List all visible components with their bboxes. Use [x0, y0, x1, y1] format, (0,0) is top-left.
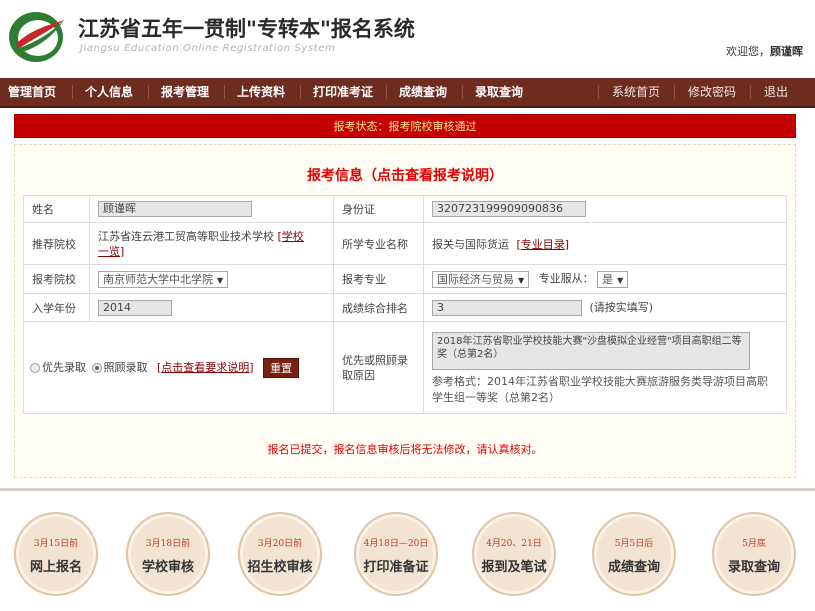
major-label: 所学专业名称: [333, 222, 424, 265]
apply-status-bar: 报考状态：报考院校审核通过: [14, 114, 796, 138]
step-label: 网上报名: [29, 560, 82, 575]
step-date: 4月18日—20日: [363, 539, 429, 549]
nav-divider: [598, 85, 599, 99]
apply-school-label: 报考院校: [23, 264, 90, 294]
name-label: 姓名: [23, 195, 90, 223]
id-label: 身份证: [333, 195, 424, 223]
section-divider: [0, 488, 815, 491]
view-requirements-link[interactable]: 点击查看要求说明: [161, 361, 249, 374]
nav-item-upload[interactable]: 上传资料: [237, 78, 285, 106]
step-date: 5月底: [742, 539, 766, 549]
care-radio[interactable]: [91, 362, 102, 373]
obey-select[interactable]: 是 ▼: [597, 270, 629, 288]
year-label: 入学年份: [23, 293, 90, 322]
timeline-step-exam[interactable]: 4月20、21日 报到及笔试: [472, 512, 556, 596]
care-option-label: 照顾录取: [103, 360, 148, 374]
nav-divider: [300, 85, 301, 99]
rank-label: 成绩综合排名: [333, 293, 424, 322]
welcome-text: 欢迎您，顾谨晖: [726, 43, 803, 59]
obey-value: 是: [602, 272, 614, 286]
nav-item-admin-home[interactable]: 管理首页: [8, 78, 56, 106]
apply-major-label: 报考专业: [333, 264, 424, 294]
chevron-down-icon: ▼: [518, 275, 525, 285]
step-date: 3月18日前: [145, 539, 191, 549]
nav-item-score-query[interactable]: 成绩查询: [399, 78, 447, 106]
reason-label: 优先或照顾录取原因: [333, 321, 424, 414]
nav-item-admission-query[interactable]: 录取查询: [475, 78, 523, 106]
nav-divider: [750, 85, 751, 99]
timeline-step-print-ticket[interactable]: 4月18日—20日 打印准备证: [354, 512, 438, 596]
step-label: 录取查询: [727, 560, 780, 575]
timeline-step-admission-query[interactable]: 5月底 录取查询: [712, 512, 796, 596]
header: 江苏省五年一贯制"专转本"报名系统 Jiangsu Education Onli…: [0, 0, 815, 74]
nav-item-logout[interactable]: 退出: [764, 78, 788, 106]
rank-hint: (请按实填写): [589, 301, 654, 314]
step-label: 成绩查询: [607, 560, 660, 575]
rec-school-label: 推荐院校: [23, 222, 90, 265]
chevron-down-icon: ▼: [217, 275, 224, 285]
name-field[interactable]: 顾谨晖: [98, 201, 252, 217]
step-date: 5月5日后: [614, 539, 654, 549]
step-label: 学校审核: [141, 560, 194, 575]
timeline-step-score-query[interactable]: 5月5日后 成绩查询: [592, 512, 676, 596]
nav-divider: [72, 85, 73, 99]
apply-school-value: 南京师范大学中北学院: [103, 272, 213, 286]
nav-divider: [674, 85, 675, 99]
nav-item-apply-manage[interactable]: 报考管理: [161, 78, 209, 106]
apply-major-select[interactable]: 国际经济与贸易 ▼: [432, 270, 530, 288]
nav-divider: [462, 85, 463, 99]
priority-radio[interactable]: [30, 362, 40, 373]
timeline-step-admission-review[interactable]: 3月20日前 招生校审核: [238, 512, 322, 596]
nav-item-print-ticket[interactable]: 打印准考证: [313, 78, 373, 106]
step-label: 报到及笔试: [481, 560, 547, 575]
reset-button[interactable]: 重置: [263, 357, 300, 378]
step-date: 4月20、21日: [486, 539, 542, 549]
school-list-link-a[interactable]: 学校: [282, 230, 304, 243]
step-date: 3月20日前: [257, 539, 303, 549]
priority-option-label: 优先录取: [42, 360, 86, 374]
timeline-step-online-apply[interactable]: 3月15日前 网上报名: [14, 512, 98, 596]
nav-divider: [148, 85, 149, 99]
school-list-link-b[interactable]: 一览: [98, 245, 120, 258]
system-title: 江苏省五年一贯制"专转本"报名系统: [78, 16, 415, 41]
swoosh-logo-icon: [9, 12, 64, 62]
nav-item-personal-info[interactable]: 个人信息: [85, 78, 133, 106]
step-date: 3月15日前: [33, 539, 79, 549]
user-name: 顾谨晖: [770, 45, 803, 58]
step-label: 打印准备证: [363, 560, 429, 575]
chevron-down-icon: ▼: [617, 275, 624, 285]
major-catalog-link[interactable]: 专业目录: [521, 238, 565, 251]
year-field[interactable]: 2014: [98, 299, 172, 316]
welcome-prefix: 欢迎您，: [726, 45, 770, 58]
apply-school-select[interactable]: 南京师范大学中北学院 ▼: [98, 270, 229, 288]
apply-info-panel: 报考信息（点击查看报考说明） 姓名 顾谨晖 身份证 32072319990909…: [14, 144, 796, 478]
nav-item-system-home[interactable]: 系统首页: [612, 78, 660, 106]
major-value: 报关与国际货运: [432, 237, 509, 251]
nav-item-change-password[interactable]: 修改密码: [688, 78, 736, 106]
id-field[interactable]: 320723199909090836: [432, 201, 586, 217]
reference-format: 参考格式：2014年江苏省职业学校技能大赛旅游服务类导游项目高职学生组一等奖（总…: [432, 374, 768, 404]
rank-field[interactable]: 3: [432, 300, 582, 316]
rec-school-value: 江苏省连云港工贸高等职业技术学校: [98, 229, 274, 243]
nav-divider: [386, 85, 387, 99]
apply-major-value: 国际经济与贸易: [437, 272, 514, 286]
reason-textarea[interactable]: 2018年江苏省职业学校技能大赛"沙盘模拟企业经营"项目高职组二等奖（总第2名）: [432, 331, 750, 370]
submit-notice: 报名已提交，报名信息审核后将无法修改，请认真核对。: [267, 443, 543, 456]
system-subtitle: Jiangsu Education Online Registration Sy…: [80, 43, 336, 54]
step-label: 招生校审核: [247, 560, 313, 575]
apply-info-table: 姓名 顾谨晖 身份证 320723199909090836 推荐院校 江苏省连云…: [23, 195, 787, 414]
panel-title[interactable]: 报考信息（点击查看报考说明）: [15, 165, 795, 185]
nav-divider: [224, 85, 225, 99]
main-nav: 管理首页 个人信息 报考管理 上传资料 打印准考证 成绩查询 录取查询 系统首页…: [0, 78, 815, 108]
obey-label: 专业服从：: [538, 272, 594, 286]
timeline-step-school-review[interactable]: 3月18日前 学校审核: [126, 512, 210, 596]
